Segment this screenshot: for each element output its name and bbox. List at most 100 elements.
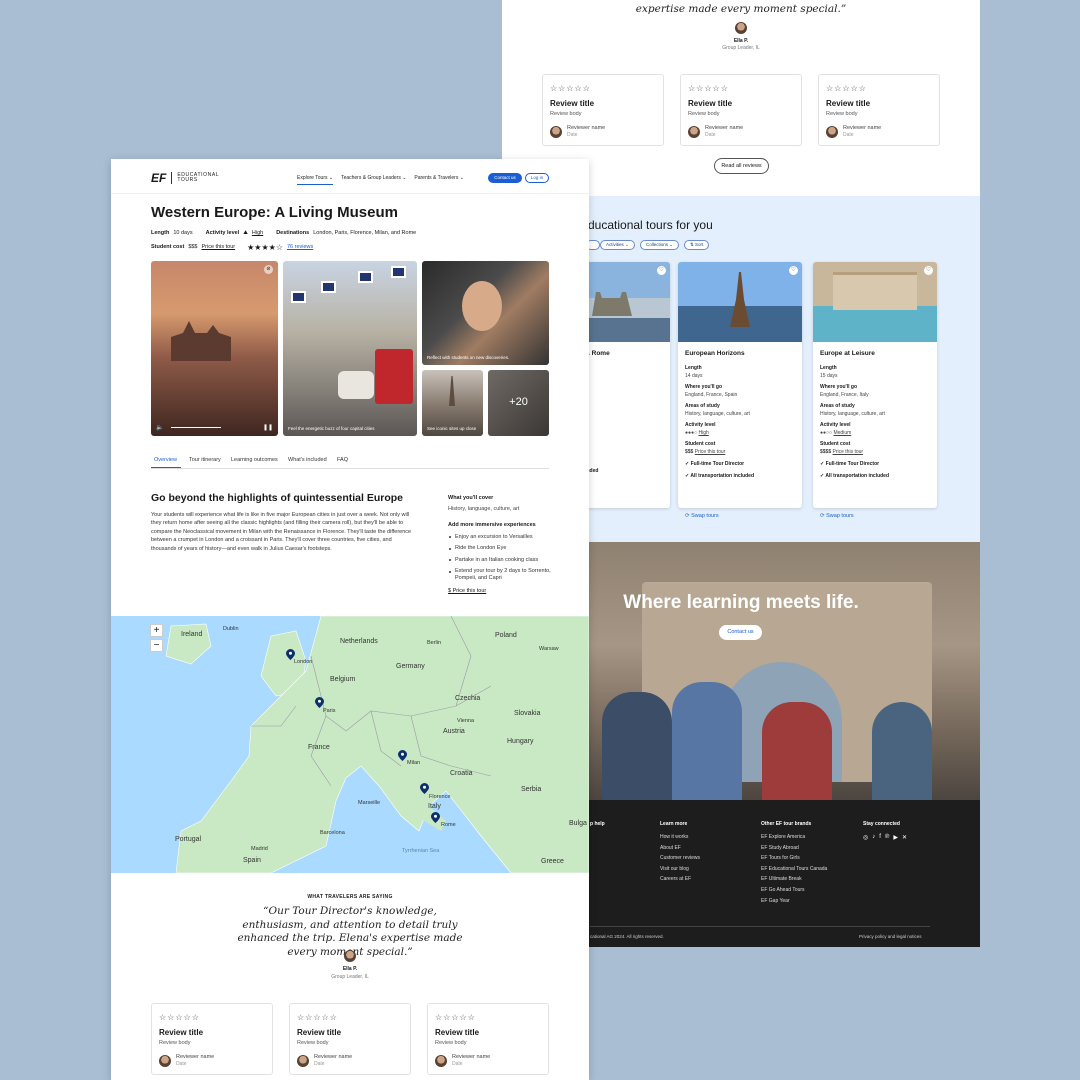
footer-link[interactable]: About EF [660,845,700,851]
footer-link[interactable]: EF Explore America [761,834,827,840]
gallery-more-photos[interactable]: +20 [488,370,549,436]
tab-overview[interactable]: Overview [154,457,177,463]
reviewer-name: Reviewer name [843,125,882,131]
volume-icon[interactable]: 🔈 [156,424,163,431]
footer-link[interactable]: Visit our blog [660,866,700,872]
price-link[interactable]: $ Price this tour [448,588,553,595]
map-pin-milan[interactable] [398,750,407,761]
map-pin-rome[interactable] [431,812,440,823]
footer-link[interactable]: Customer reviews [660,855,700,861]
level-value[interactable]: High [698,430,708,436]
heart-icon[interactable]: ♡ [657,266,666,275]
map-pin-london[interactable] [286,649,295,660]
avatar [297,1054,309,1067]
filter-sort[interactable]: ⇅ Sort [684,240,710,250]
swap-tours-link[interactable]: ⟳ Swap tours [820,513,854,519]
reviewer-name: Reviewer name [176,1054,215,1060]
review-title: Review title [826,99,871,108]
map-city-label: London [294,659,313,665]
avatar [159,1054,171,1067]
video-progress-bar[interactable] [171,426,221,428]
tab-faq[interactable]: FAQ [337,457,348,463]
review-body: Review body [688,111,720,117]
price-link[interactable]: Price this tour [695,449,726,455]
review-card: ☆☆☆☆☆ Review title Review body Reviewer … [151,1003,273,1075]
footer-link[interactable]: EF Gap Year [761,898,827,904]
experience-item: Extend your tour by 2 days to Sorrento, … [448,568,553,582]
level-value[interactable]: Medium [833,430,851,436]
where-value: England, France, Italy [820,392,869,398]
privacy-link[interactable]: Privacy policy and legal notices [859,934,922,939]
ef-logo[interactable]: EF EDUCATIONAL TOURS [151,171,219,185]
footer-link[interactable]: EF Ultimate Break [761,876,827,882]
rating-stars: ☆☆☆☆☆ [435,1013,476,1022]
map-city-label: Florence [429,794,451,800]
swap-tours-link[interactable]: ⟳ Swap tours [685,513,719,519]
cost-value: $$$ [685,449,694,455]
gallery-video[interactable]: ⊘ 🔈 ❚❚ [151,261,278,436]
gallery-photo-london[interactable]: Feel the energetic buzz of four capital … [283,261,417,436]
tour-facts: Length 10 days Activity level ⛰ High Destin… [151,230,416,237]
login-button[interactable]: Log in [525,173,549,183]
tiktok-icon[interactable]: ♪ [872,834,875,841]
tour-card[interactable]: ♡ Europe at Leisure Length 15 days Where… [813,262,937,508]
tab-itinerary[interactable]: Tour itinerary [189,457,221,463]
logo-mark: EF [151,171,167,185]
contact-us-button[interactable]: Contact us [488,173,522,183]
pinterest-icon[interactable]: ℗ [885,834,889,841]
map-pin-florence[interactable] [420,783,429,794]
footer-link[interactable]: EF Tours for Girls [761,855,827,861]
gallery-photo-students[interactable]: Reflect with students on new discoveries… [422,261,549,365]
reviewer-role: Group Leader, IL [722,45,760,51]
map-city-label: Rome [441,822,456,828]
mute-toggle-icon[interactable]: ⊘ [264,265,273,274]
price-link[interactable]: Price this tour [202,244,236,251]
tour-name: European Horizons [685,350,745,357]
map-pin-paris[interactable] [315,697,324,708]
read-all-reviews-button[interactable]: Read all reviews [714,158,769,174]
review-date: Date [314,1061,325,1067]
tab-learning-outcomes[interactable]: Learning outcomes [231,457,278,463]
nav-explore-tours[interactable]: Explore Tours ⌄ [297,175,334,185]
reviews-link[interactable]: 76 reviews [287,244,313,251]
youtube-icon[interactable]: ▶ [893,834,898,841]
footer-link[interactable]: EF Study Abroad [761,845,827,851]
zoom-out-button[interactable]: − [150,639,163,652]
footer-link[interactable]: How it works [660,834,700,840]
reviewer-avatar [735,21,747,39]
map-country-label: Portugal [175,836,202,843]
filter-collections[interactable]: Collections ⌄ [640,240,680,250]
tour-card[interactable]: ♡ European Horizons Length 14 days Where… [678,262,802,508]
contact-us-button[interactable]: Contact us [719,625,762,640]
zoom-in-button[interactable]: + [150,624,163,637]
nav-teachers[interactable]: Teachers & Group Leaders ⌄ [341,175,406,185]
where-label: Where you'll go [685,384,723,390]
review-title: Review title [688,99,733,108]
areas-label: Areas of study [820,403,855,409]
heart-icon[interactable]: ♡ [924,266,933,275]
footer-link[interactable]: EF Educational Tours Canada [761,866,827,872]
reviewer-name: Reviewer name [567,125,606,131]
tour-image-eiffel: ♡ [678,262,802,342]
heart-icon[interactable]: ♡ [789,266,798,275]
nav-parents[interactable]: Parents & Travelers ⌄ [414,175,464,185]
cost-label: Student cost [685,441,716,447]
activity-value[interactable]: High [252,230,263,237]
tour-transport: ✓ All transportation included [820,473,890,479]
map-city-label: Milan [407,760,421,766]
filter-activities[interactable]: Activities ⌄ [600,240,635,250]
more-heading: Add more immersive experiences [448,522,536,528]
experience-item: Enjoy an excursion to Versailles [448,534,553,541]
instagram-icon[interactable]: ◎ [863,834,868,841]
gallery-photo-paris[interactable]: See iconic sites up close [422,370,483,436]
tab-whats-included[interactable]: What's included [288,457,327,463]
map-country-label: France [308,744,330,751]
footer-link[interactable]: EF Go Ahead Tours [761,887,827,893]
facebook-icon[interactable]: f [879,834,881,841]
x-icon[interactable]: ✕ [902,834,907,841]
footer-link[interactable]: Careers at EF [660,876,700,882]
price-link[interactable]: Price this tour [833,449,864,455]
pause-icon[interactable]: ❚❚ [263,424,273,431]
tour-map[interactable]: + − Ireland Netherlands Poland Germany B… [111,616,589,873]
map-country-label: Greece [541,858,564,865]
